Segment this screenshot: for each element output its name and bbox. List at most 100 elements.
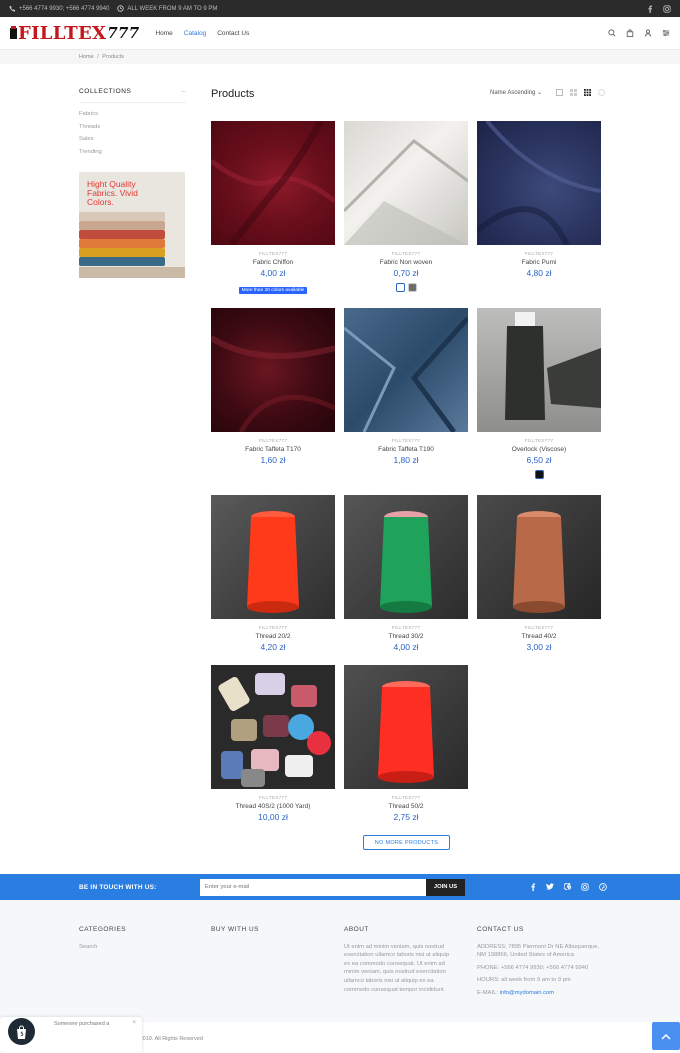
sort-value: Name Ascending bbox=[490, 90, 536, 96]
product-name[interactable]: Thread 40/2 bbox=[477, 633, 601, 640]
user-icon[interactable] bbox=[644, 29, 652, 37]
product-card[interactable]: FILLTEX777 Thread 30/2 4,00 zł bbox=[344, 495, 468, 652]
product-image[interactable] bbox=[211, 121, 335, 245]
collapse-icon[interactable]: – bbox=[182, 88, 186, 95]
product-image[interactable] bbox=[344, 308, 468, 432]
nav-contact[interactable]: Contact Us bbox=[217, 30, 249, 37]
thread-cone bbox=[380, 511, 432, 613]
product-name[interactable]: Fabric Non woven bbox=[344, 259, 468, 266]
footer: CATEGORIES Search BUY WITH US ABOUT Ut e… bbox=[0, 900, 680, 1022]
logo-mark-icon bbox=[10, 26, 17, 39]
product-image[interactable] bbox=[211, 665, 335, 789]
product-image[interactable] bbox=[477, 308, 601, 432]
fabric-stack-layer bbox=[79, 212, 165, 221]
view-grid-3-icon[interactable] bbox=[584, 89, 592, 96]
thread-spools bbox=[218, 673, 331, 787]
fabric-folds bbox=[211, 121, 335, 245]
collection-threads[interactable]: Threads bbox=[79, 124, 186, 130]
instagram-icon[interactable] bbox=[663, 4, 671, 13]
search-icon[interactable] bbox=[608, 29, 616, 37]
email-input[interactable] bbox=[200, 878, 426, 896]
shopify-badge[interactable] bbox=[8, 1018, 35, 1045]
footer-buy: BUY WITH US bbox=[211, 926, 321, 943]
product-price: 4,00 zł bbox=[393, 642, 419, 652]
settings-icon[interactable] bbox=[662, 29, 670, 37]
site-header: FILLTEX 777 Home Catalog Contact Us bbox=[0, 17, 680, 50]
instagram-icon[interactable] bbox=[581, 883, 589, 891]
product-image[interactable] bbox=[211, 495, 335, 619]
close-icon[interactable]: × bbox=[132, 1020, 136, 1026]
product-card[interactable]: FILLTEX777 Overlock (Viscose) 6,50 zł bbox=[477, 308, 601, 479]
view-grid-4-icon[interactable] bbox=[598, 89, 606, 96]
product-image[interactable] bbox=[344, 495, 468, 619]
back-to-top-button[interactable] bbox=[652, 1022, 680, 1050]
contact-email-link[interactable]: info@mydomain.com bbox=[500, 990, 555, 996]
footer-contact: CONTACT US ADDRESS: 7895 Piermont Dr NE … bbox=[477, 926, 601, 998]
product-card[interactable]: FILLTEX777 Thread 40/2 3,00 zł bbox=[477, 495, 601, 652]
swatch-gray[interactable] bbox=[407, 283, 417, 292]
product-image[interactable] bbox=[344, 121, 468, 245]
product-card[interactable]: FILLTEX777 Thread 40S/2 (1000 Yard) 10,0… bbox=[211, 665, 335, 822]
product-price: 1,60 zł bbox=[260, 455, 286, 465]
chevron-up-icon bbox=[661, 1033, 671, 1040]
product-image[interactable] bbox=[211, 308, 335, 432]
phone-info: +566 4774 9930; +566 4774 9940 bbox=[9, 5, 109, 12]
facebook-icon[interactable] bbox=[530, 883, 536, 891]
collection-trending[interactable]: Trending bbox=[79, 149, 186, 155]
product-card[interactable]: FILLTEX777 Thread 20/2 4,20 zł bbox=[211, 495, 335, 652]
facebook-icon[interactable] bbox=[647, 5, 653, 13]
collection-fabrics[interactable]: Fabrics bbox=[79, 111, 186, 117]
phone-numbers: +566 4774 9930; +566 4774 9940 bbox=[19, 5, 110, 12]
product-card[interactable]: FILLTEX777 Thread 50/2 2,75 zł bbox=[344, 665, 468, 822]
nav-catalog[interactable]: Catalog bbox=[184, 30, 206, 37]
swatch-black[interactable] bbox=[534, 470, 544, 479]
product-name[interactable]: Fabric Taffeta T170 bbox=[211, 446, 335, 453]
footer-categories: CATEGORIES Search bbox=[79, 926, 189, 951]
product-price: 0,70 zł bbox=[393, 268, 419, 278]
view-grid-2-icon[interactable] bbox=[570, 89, 578, 96]
breadcrumb-home[interactable]: Home bbox=[79, 54, 94, 60]
collection-sales[interactable]: Sales bbox=[79, 136, 186, 142]
footer-link-search[interactable]: Search bbox=[79, 943, 189, 952]
product-card[interactable]: FILLTEX777 Fabric Taffeta T190 1,80 zł bbox=[344, 308, 468, 465]
pinterest-icon[interactable] bbox=[599, 883, 607, 891]
view-list-icon[interactable] bbox=[556, 89, 564, 96]
footer-heading: CATEGORIES bbox=[79, 926, 127, 933]
shopify-bag-icon bbox=[17, 1025, 26, 1039]
product-name[interactable]: Fabric Pumi bbox=[477, 259, 601, 266]
product-name[interactable]: Overlock (Viscose) bbox=[477, 446, 601, 453]
product-name[interactable]: Thread 50/2 bbox=[344, 803, 468, 810]
collections-list: Fabrics Threads Sales Trending bbox=[79, 111, 186, 155]
product-name[interactable]: Fabric Chiffon bbox=[211, 259, 335, 266]
fabric-folds bbox=[344, 316, 468, 432]
product-card[interactable]: FILLTEX777 Fabric Pumi 4,80 zł bbox=[477, 121, 601, 278]
promo-banner[interactable]: Hight Quality Fabrics. Vivid Colors. bbox=[79, 172, 185, 278]
footer-heading: CONTACT US bbox=[477, 926, 524, 933]
product-name[interactable]: Fabric Taffeta T190 bbox=[344, 446, 468, 453]
sort-select[interactable]: Name Ascending ⌄ bbox=[490, 89, 542, 96]
collections-heading[interactable]: COLLECTIONS – bbox=[79, 88, 186, 103]
fabric-stack-layer bbox=[79, 221, 165, 230]
product-image[interactable] bbox=[477, 121, 601, 245]
product-name[interactable]: Thread 30/2 bbox=[344, 633, 468, 640]
footer-heading: ABOUT bbox=[344, 926, 369, 933]
product-image[interactable] bbox=[477, 495, 601, 619]
hours-info: ALL WEEK FROM 9 AM TO 9 PM bbox=[117, 5, 217, 12]
join-button[interactable]: JOIN US bbox=[426, 878, 465, 896]
product-vendor: FILLTEX777 bbox=[258, 626, 288, 631]
product-name[interactable]: Thread 20/2 bbox=[211, 633, 335, 640]
product-card[interactable]: FILLTEX777 Fabric Chiffon 4,00 zł More t… bbox=[211, 121, 335, 296]
product-name[interactable]: Thread 40S/2 (1000 Yard) bbox=[211, 803, 335, 810]
logo[interactable]: FILLTEX 777 bbox=[10, 23, 139, 44]
product-card[interactable]: FILLTEX777 Fabric Taffeta T170 1,60 zł bbox=[211, 308, 335, 465]
logo-text: FILLTEX bbox=[18, 22, 107, 44]
google-icon[interactable] bbox=[564, 883, 571, 890]
bag-icon[interactable] bbox=[626, 29, 634, 37]
thread-cone bbox=[513, 511, 565, 613]
swatch-white[interactable] bbox=[395, 283, 405, 292]
product-card[interactable]: FILLTEX777 Fabric Non woven 0,70 zł bbox=[344, 121, 468, 292]
product-image[interactable] bbox=[344, 665, 468, 789]
twitter-icon[interactable] bbox=[546, 883, 554, 890]
no-more-products-button[interactable]: NO MORE PRODUCTS bbox=[363, 835, 450, 850]
nav-home[interactable]: Home bbox=[155, 30, 172, 37]
